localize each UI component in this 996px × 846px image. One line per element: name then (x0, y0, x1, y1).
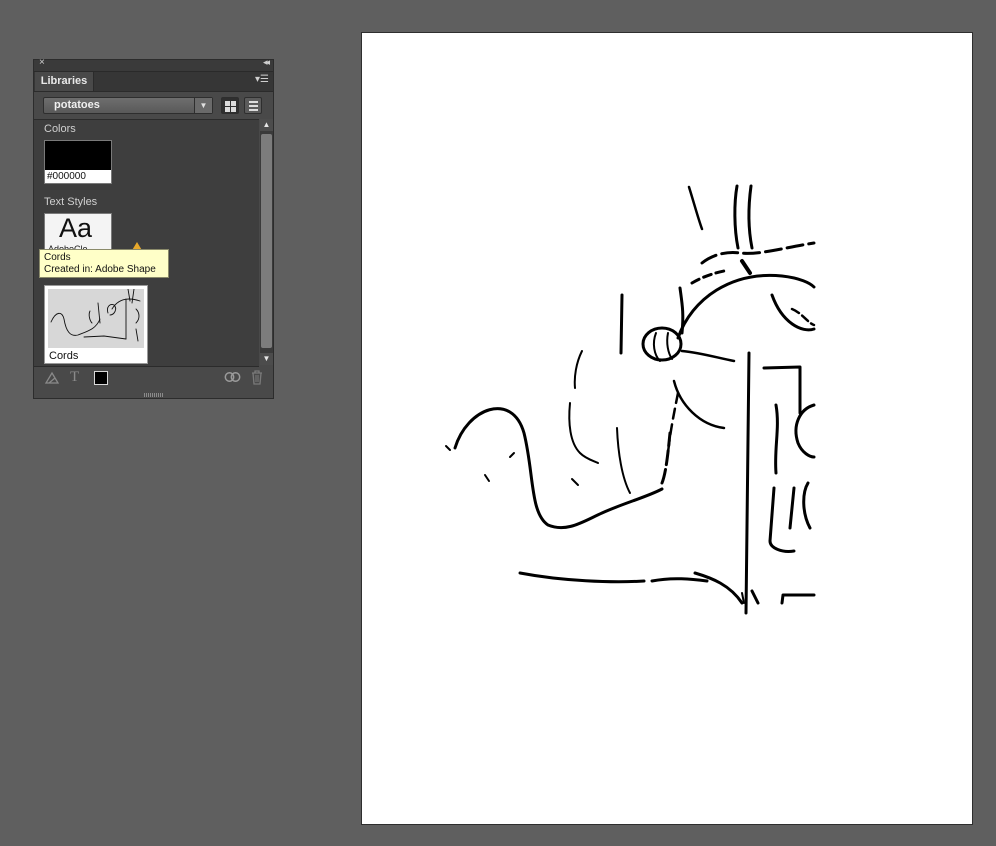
artwork-stroke (733, 184, 740, 250)
creative-cloud-glyph (224, 372, 241, 382)
artwork-stroke (573, 350, 583, 389)
scroll-up-icon[interactable]: ▲ (260, 119, 273, 131)
list-view-icon (249, 101, 258, 103)
trash-icon[interactable] (250, 369, 264, 388)
library-toolbar: potatoes ▼ (34, 92, 273, 120)
artwork-stroke (641, 326, 683, 362)
panel-footer: T (34, 366, 273, 390)
artwork-stroke (780, 593, 816, 605)
graphic-thumbnail (48, 288, 144, 348)
grid-view-icon (231, 101, 236, 106)
add-color-icon[interactable] (94, 371, 108, 385)
artwork-stroke (744, 351, 751, 615)
artwork-stroke (770, 293, 816, 332)
artwork-stroke (693, 571, 744, 605)
add-graphic-icon[interactable] (44, 370, 60, 389)
graphic-tooltip: Cords Created in: Adobe Shape (39, 249, 169, 278)
tooltip-title: Cords (44, 252, 71, 263)
panel-tab-bar: Libraries ▾☰ (34, 72, 273, 92)
artwork-stroke (740, 259, 752, 275)
collapse-icon[interactable]: ◂◂ (263, 57, 270, 68)
artwork-stroke (650, 577, 709, 583)
list-view-button[interactable] (244, 97, 262, 114)
vertical-scrollbar[interactable]: ▲ ▼ (260, 119, 273, 365)
artwork-stroke (571, 478, 579, 486)
artwork-stroke (690, 269, 726, 285)
colors-section-label: Colors (44, 123, 76, 135)
grid-view-button[interactable] (221, 97, 239, 114)
libraries-panel: × ◂◂ Libraries ▾☰ potatoes ▼ Colors #000… (33, 57, 274, 399)
artboard[interactable] (361, 32, 973, 825)
text-styles-section-label: Text Styles (44, 196, 98, 208)
add-text-style-icon[interactable]: T (70, 369, 79, 386)
panel-title-bar[interactable]: × ◂◂ (34, 57, 273, 72)
artwork-stroke (484, 474, 490, 482)
graphic-thumbnail-art (50, 288, 141, 342)
add-graphic-glyph (44, 371, 60, 384)
panel-resize-grip[interactable] (144, 393, 164, 397)
cords-artwork[interactable] (362, 33, 974, 826)
list-view-icon (249, 105, 258, 107)
artwork-stroke (509, 452, 515, 458)
color-swatch-hex: #000000 (47, 171, 86, 182)
text-style-sample: Aa (59, 213, 93, 243)
library-dropdown-value: potatoes (54, 99, 100, 111)
artwork-stroke (788, 486, 796, 530)
artwork-stroke (680, 349, 736, 363)
list-view-icon (249, 109, 258, 111)
artwork-stroke (619, 293, 624, 355)
grid-view-icon (225, 107, 230, 112)
artwork-stroke (687, 185, 704, 231)
artwork-stroke (568, 402, 599, 464)
graphic-item-cords[interactable]: Cords (44, 285, 148, 364)
artwork-stroke (762, 365, 802, 415)
artwork-stroke (700, 241, 816, 265)
tooltip-subtitle: Created in: Adobe Shape (44, 264, 156, 275)
artwork-stroke (453, 407, 664, 530)
scroll-thumb[interactable] (261, 134, 272, 348)
artwork-stroke (802, 481, 812, 530)
color-swatch-fill (45, 141, 111, 170)
library-dropdown[interactable]: potatoes ▼ (43, 97, 213, 114)
artwork-stroke (518, 571, 646, 584)
artwork-stroke (750, 589, 760, 605)
artwork-stroke (747, 184, 754, 250)
artwork-stroke (652, 332, 661, 362)
artwork-stroke (676, 273, 816, 340)
trash-glyph (252, 370, 262, 385)
tab-libraries[interactable]: Libraries (35, 72, 94, 91)
color-swatch[interactable]: #000000 (44, 140, 112, 184)
dropdown-arrow-icon[interactable]: ▼ (194, 98, 212, 113)
artwork-stroke (616, 427, 631, 494)
artwork-stroke (672, 379, 726, 430)
artwork-stroke (666, 332, 673, 360)
close-icon[interactable]: × (39, 57, 45, 68)
scroll-down-icon[interactable]: ▼ (260, 353, 273, 365)
graphic-item-name: Cords (49, 350, 79, 362)
artwork-stroke (774, 403, 779, 475)
library-content: Colors #000000 Text Styles Aa AdobeCle (34, 119, 259, 367)
artwork-stroke (790, 307, 816, 327)
grid-view-icon (231, 107, 236, 112)
panel-menu-icon[interactable]: ▾☰ (255, 74, 269, 85)
grid-view-icon (225, 101, 230, 106)
artwork-stroke (666, 391, 680, 455)
artwork-stroke (445, 445, 451, 451)
creative-cloud-icon[interactable] (224, 369, 241, 388)
